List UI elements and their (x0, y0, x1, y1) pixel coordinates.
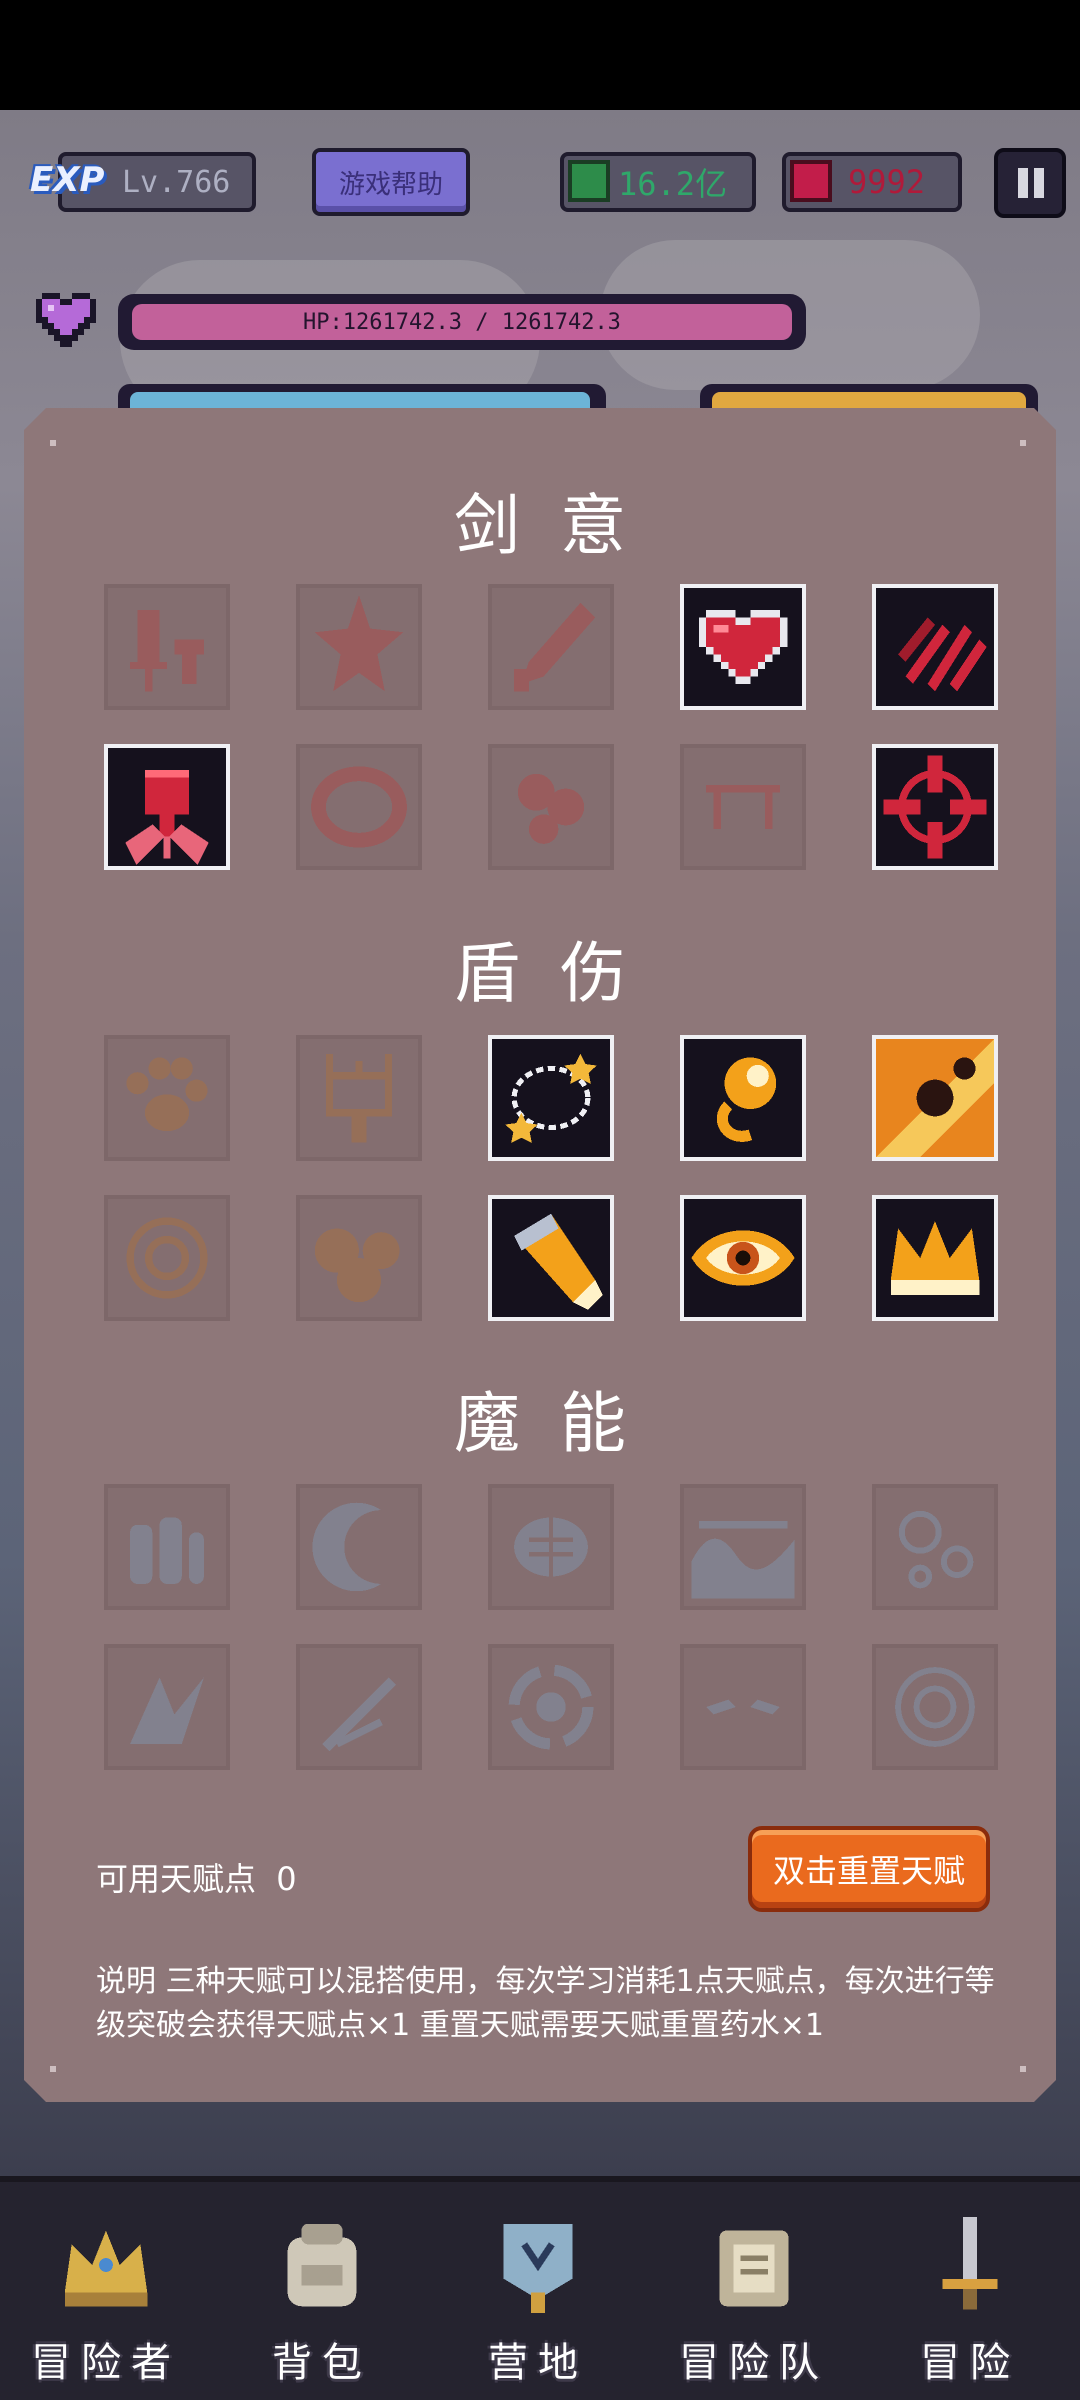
talent-slot[interactable] (104, 744, 230, 870)
section-title-shield: 盾伤 (454, 935, 666, 1012)
nav-item[interactable]: 营地 (448, 2176, 628, 2400)
rune-circle-icon (876, 1648, 994, 1766)
talent-slot[interactable] (104, 1195, 230, 1321)
ring-icon (300, 748, 418, 866)
talent-description: 说明 三种天赋可以混搭使用，每次学习消耗1点天赋点，每次进行等级突破会获得天赋点… (96, 1964, 995, 2043)
eye-icon (684, 1199, 802, 1317)
nav-label: 冒险队 (679, 2340, 829, 2386)
talent-points-label: 可用天赋点 (96, 1860, 257, 1898)
talent-slot[interactable] (680, 1195, 806, 1321)
talent-slot[interactable] (680, 1484, 806, 1610)
ice-shard-icon (108, 1648, 226, 1766)
nav-label: 营地 (488, 2340, 588, 2386)
nav-item[interactable]: 冒险队 (664, 2176, 844, 2400)
panel-corner-sparkle (50, 440, 56, 446)
frost-blade-icon (300, 1648, 418, 1766)
wave-icon (684, 1488, 802, 1606)
game-help-button[interactable]: 游戏帮助 (312, 148, 470, 216)
boulders-icon (300, 1199, 418, 1317)
gem-amount: 16.2亿 (618, 165, 728, 203)
sword-icon (108, 588, 226, 706)
nav-label: 背包 (272, 2340, 372, 2386)
talent-slot[interactable] (296, 744, 422, 870)
reset-talent-label: 双击重置天赋 (772, 1852, 965, 1890)
backpack-icon (267, 2176, 377, 2324)
emerald-gem-icon (568, 160, 610, 202)
nav-item[interactable]: 冒险 (880, 2176, 1060, 2400)
talent-slot[interactable] (296, 1644, 422, 1770)
potions-icon (108, 1488, 226, 1606)
panel-corner-sparkle (1020, 2066, 1026, 2072)
level-text: Lv.766 (122, 164, 231, 200)
talent-slot[interactable] (488, 1195, 614, 1321)
golden-orb-icon (684, 1039, 802, 1157)
talent-slot[interactable] (104, 1644, 230, 1770)
hp-bar-text: HP:1261742.3 / 1261742.3 (132, 304, 792, 340)
star-ring-icon (492, 1039, 610, 1157)
talent-slot[interactable] (872, 1644, 998, 1770)
fangs-icon (684, 748, 802, 866)
talent-slot[interactable] (680, 1035, 806, 1161)
ruby-gem-icon (790, 160, 832, 202)
scroll-book-icon (699, 2176, 809, 2324)
crown-icon (51, 2176, 161, 2324)
talent-slot[interactable] (488, 584, 614, 710)
coin-icon (108, 1199, 226, 1317)
meteor-icon (876, 1039, 994, 1157)
talent-slot[interactable] (488, 1484, 614, 1610)
bubbles-icon (876, 1488, 994, 1606)
talent-slot[interactable] (872, 1484, 998, 1610)
talent-slot[interactable] (296, 1035, 422, 1161)
nav-label: 冒险 (920, 2340, 1020, 2386)
camp-banner-icon (483, 2176, 593, 2324)
talent-points-value: 0 (276, 1860, 297, 1898)
crescent-icon (300, 1488, 418, 1606)
talent-slot[interactable] (680, 1644, 806, 1770)
nav-item[interactable]: 背包 (232, 2176, 412, 2400)
talent-slot[interactable] (872, 1195, 998, 1321)
exp-icon: EXP (30, 160, 105, 200)
bullet-icon (492, 1199, 610, 1317)
paw-icon (108, 1039, 226, 1157)
reset-talent-button[interactable]: 双击重置天赋 (748, 1826, 990, 1912)
pause-button[interactable] (994, 148, 1066, 218)
section-title-magic: 魔能 (454, 1385, 666, 1462)
talent-points-display: 可用天赋点 0 (96, 1854, 297, 1900)
crosshair-icon (876, 748, 994, 866)
talent-slot[interactable] (104, 584, 230, 710)
totem-icon (300, 1039, 418, 1157)
nav-label: 冒险者 (31, 2340, 181, 2386)
talent-slot[interactable] (488, 1035, 614, 1161)
talent-slot[interactable] (104, 1484, 230, 1610)
talent-slot[interactable] (680, 744, 806, 870)
panel-corner-sparkle (1020, 440, 1026, 446)
talent-slot[interactable] (872, 1035, 998, 1161)
section-title-sword: 剑意 (454, 487, 666, 564)
ruby-amount: 9992 (848, 163, 926, 201)
fist-icon (108, 748, 226, 866)
nav-item[interactable]: 冒险者 (16, 2176, 196, 2400)
talent-slot[interactable] (488, 744, 614, 870)
talent-slot[interactable] (872, 584, 998, 710)
blood-drops-icon (492, 748, 610, 866)
purple-heart-icon (30, 286, 102, 354)
panel-corner-sparkle (50, 2066, 56, 2072)
claw-slash-icon (876, 588, 994, 706)
talent-slot[interactable] (680, 584, 806, 710)
brain-icon (492, 1488, 610, 1606)
game-help-label: 游戏帮助 (338, 169, 443, 200)
talent-slot[interactable] (872, 744, 998, 870)
talent-slot[interactable] (296, 1484, 422, 1610)
talent-slot[interactable] (296, 1195, 422, 1321)
masked-eyes-icon (684, 1648, 802, 1766)
starfish-icon (300, 588, 418, 706)
vortex-icon (492, 1648, 610, 1766)
sword-icon (915, 2176, 1025, 2324)
talent-slot[interactable] (296, 584, 422, 710)
talent-slot[interactable] (104, 1035, 230, 1161)
crown-icon (876, 1199, 994, 1317)
heart-icon (684, 588, 802, 706)
blade-icon (492, 588, 610, 706)
talent-slot[interactable] (488, 1644, 614, 1770)
